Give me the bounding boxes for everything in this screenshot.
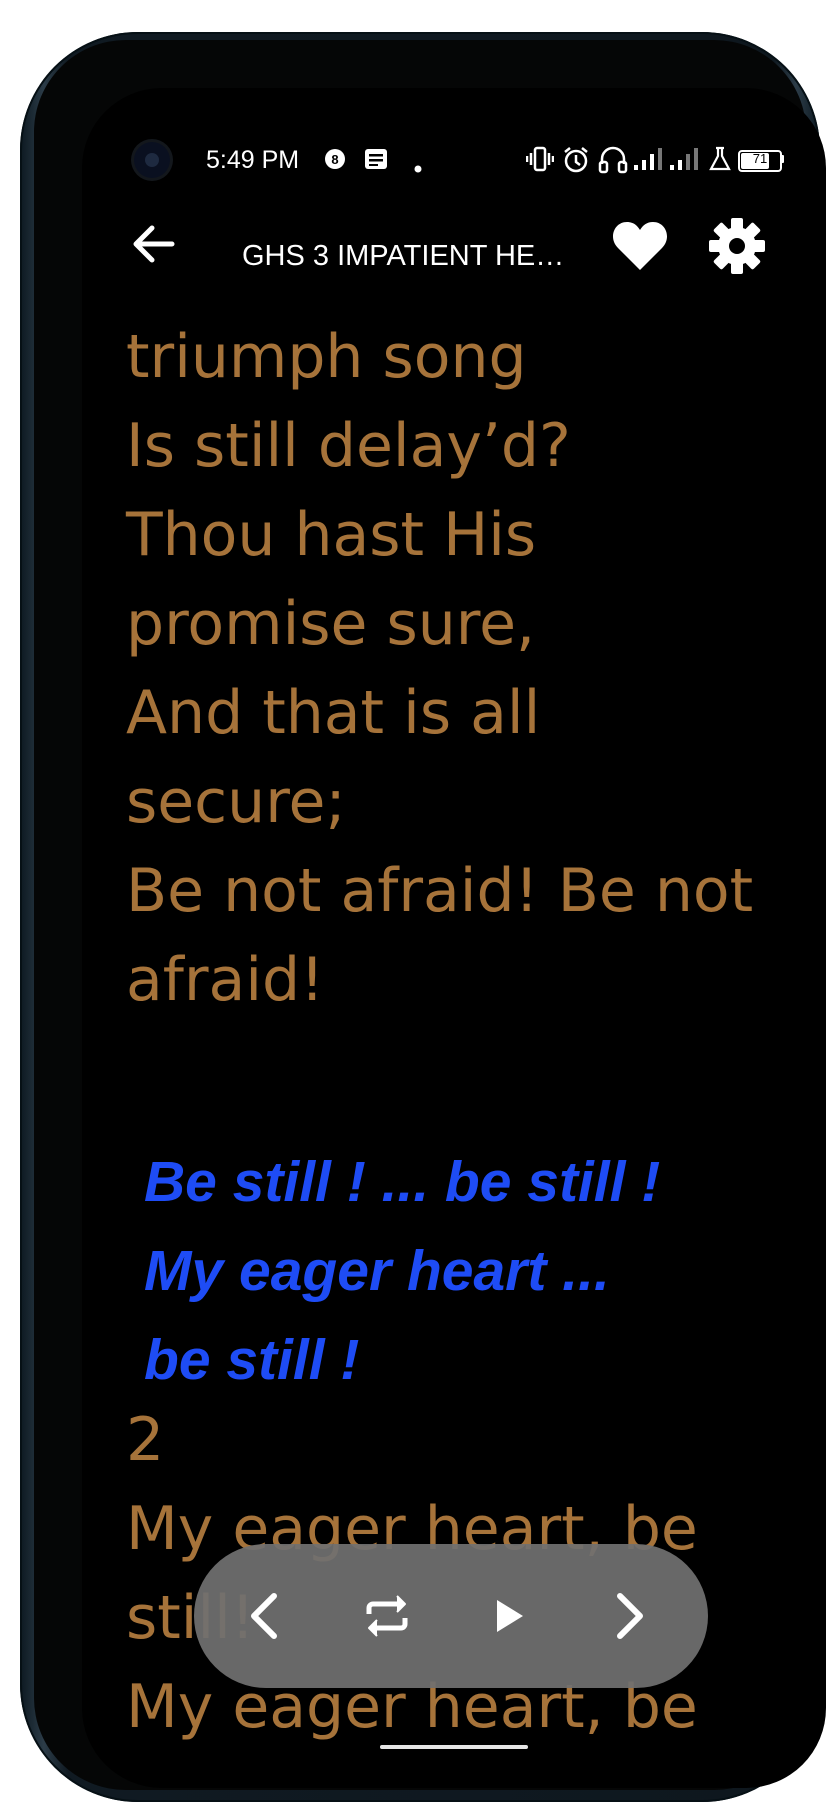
chorus-line: be still ! bbox=[144, 1328, 360, 1392]
vibrate-icon bbox=[525, 146, 555, 177]
gear-icon bbox=[709, 218, 765, 274]
play-icon bbox=[497, 1600, 523, 1632]
chevron-left-icon bbox=[251, 1593, 277, 1639]
signal-icon-2 bbox=[668, 146, 702, 177]
previous-button[interactable] bbox=[234, 1584, 298, 1648]
lyric-line: secure; bbox=[126, 767, 346, 837]
chevron-right-icon bbox=[617, 1593, 643, 1639]
lyric-line: triumph song bbox=[126, 322, 527, 392]
lyric-line: afraid! bbox=[126, 945, 325, 1015]
home-indicator[interactable] bbox=[380, 1745, 528, 1749]
lyrics-verse: triumph song Is still delay’d? Thou hast… bbox=[126, 313, 816, 1025]
repeat-button[interactable] bbox=[355, 1584, 419, 1648]
dot-icon bbox=[414, 156, 422, 178]
chorus-line: My eager heart ... bbox=[144, 1239, 610, 1303]
battery-level: 71 bbox=[752, 151, 768, 166]
lyric-line: Be not afraid! Be not bbox=[126, 856, 754, 926]
player-controls bbox=[194, 1544, 708, 1688]
lyric-line: Is still delay’d? bbox=[126, 411, 571, 481]
lyric-line: Thou hast His bbox=[126, 500, 537, 570]
front-camera bbox=[134, 142, 170, 178]
play-button[interactable] bbox=[475, 1584, 539, 1648]
message-icon bbox=[364, 148, 388, 175]
phone-bezel: 5:49 PM 8 71 GHS 3 IMPATIENT HE… triumph… bbox=[34, 40, 826, 1790]
lab-icon bbox=[708, 146, 732, 177]
arrow-left-icon bbox=[133, 225, 175, 263]
signal-icon bbox=[632, 146, 666, 177]
favorite-button[interactable] bbox=[610, 218, 670, 274]
sim-badge-icon: 8 bbox=[324, 148, 346, 175]
chorus-line: Be still ! ... be still ! bbox=[144, 1150, 661, 1214]
headset-icon bbox=[598, 146, 628, 179]
screen: 5:49 PM 8 71 GHS 3 IMPATIENT HE… triumph… bbox=[82, 88, 826, 1788]
battery-icon: 71 bbox=[738, 150, 782, 172]
lyric-line: And that is all bbox=[126, 678, 541, 748]
lyric-line: promise sure, bbox=[126, 589, 536, 659]
heart-icon bbox=[612, 222, 668, 270]
status-time: 5:49 PM bbox=[206, 146, 300, 174]
back-button[interactable] bbox=[124, 214, 184, 274]
next-button[interactable] bbox=[596, 1584, 660, 1648]
lyrics-chorus: Be still ! ... be still ! My eager heart… bbox=[144, 1138, 784, 1405]
repeat-icon bbox=[366, 1595, 408, 1637]
page-title: GHS 3 IMPATIENT HE… bbox=[242, 240, 565, 272]
settings-button[interactable] bbox=[707, 216, 767, 276]
battery-nub bbox=[781, 155, 784, 163]
alarm-icon bbox=[562, 146, 590, 179]
svg-text:8: 8 bbox=[331, 152, 338, 167]
verse-number: 2 bbox=[126, 1405, 165, 1475]
